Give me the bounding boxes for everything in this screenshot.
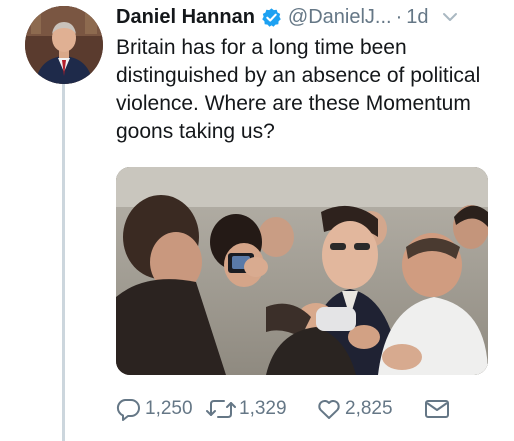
- retweet-icon: [206, 397, 236, 421]
- thread-line: [62, 84, 65, 441]
- direct-message-button[interactable]: [424, 397, 450, 421]
- verified-badge-icon: [261, 7, 282, 28]
- like-button[interactable]: 2,825: [316, 397, 424, 421]
- avatar[interactable]: [25, 6, 103, 84]
- retweet-button[interactable]: 1,329: [206, 397, 316, 421]
- crowd-photo: [116, 167, 488, 375]
- chevron-down-icon[interactable]: [441, 8, 459, 26]
- tweet-header: Daniel Hannan @DanielJ... · 1d: [116, 3, 459, 31]
- author-handle[interactable]: @DanielJ...: [288, 6, 392, 29]
- separator-dot: ·: [395, 5, 403, 28]
- envelope-icon: [424, 397, 450, 421]
- avatar-image: [25, 6, 103, 84]
- tweet-text: Britain has for a long time been disting…: [116, 36, 481, 143]
- reply-button[interactable]: 1,250: [116, 397, 206, 421]
- author-name[interactable]: Daniel Hannan: [116, 6, 255, 29]
- reply-count: 1,250: [145, 398, 193, 419]
- tweet-actions: 1,250 1,329 2,825: [116, 394, 450, 424]
- tweet-timestamp[interactable]: 1d: [406, 6, 428, 29]
- retweet-count: 1,329: [239, 398, 287, 419]
- like-count: 2,825: [345, 398, 393, 419]
- tweet-media-image[interactable]: [116, 167, 488, 375]
- heart-icon: [316, 397, 342, 421]
- reply-icon: [116, 397, 142, 421]
